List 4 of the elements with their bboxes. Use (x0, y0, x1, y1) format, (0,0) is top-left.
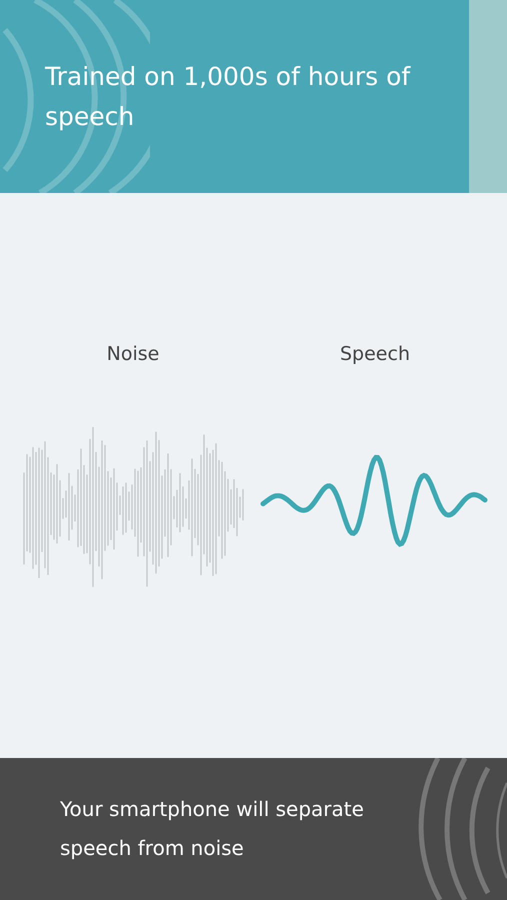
footer-text: Your smartphone will separate speech from noise (60, 796, 365, 862)
header-title: Trained on 1,000s of hours of speech (45, 60, 412, 132)
waveform-label: Speech (339, 343, 411, 365)
waveform-label: Noise (106, 343, 160, 365)
